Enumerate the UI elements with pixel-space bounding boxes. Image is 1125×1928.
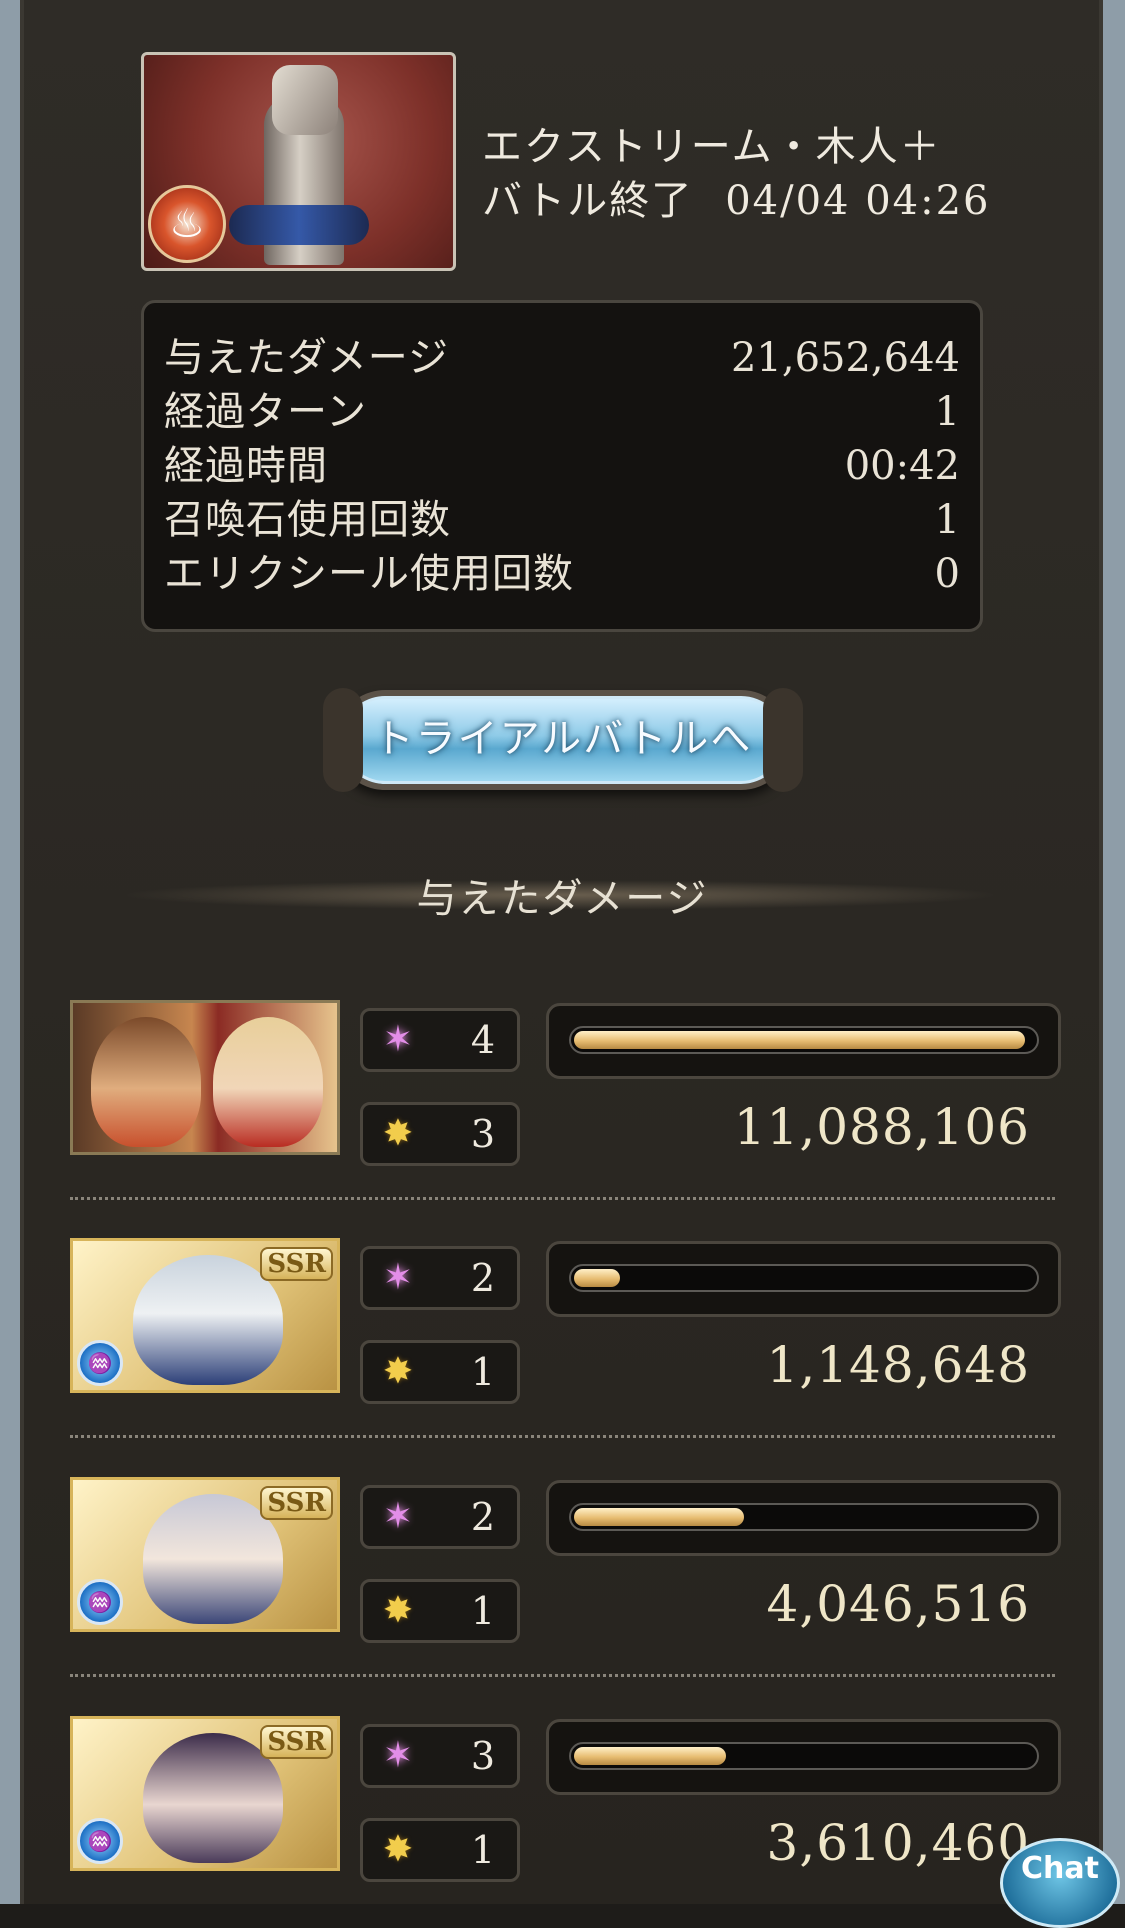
ability-count-pill: ✶ 3 [360,1724,520,1788]
stat-summon-uses: 召喚石使用回数 1 [164,493,960,547]
battle-status: バトル終了 [482,178,694,224]
stat-elixir-uses: エリクシール使用回数 0 [164,547,960,601]
battle-stats-box: 与えたダメージ 21,652,644 経過ターン 1 経過時間 00:42 召喚… [141,300,983,632]
ability-count-pill: ✶ 2 [360,1485,520,1549]
character-portrait[interactable] [70,1000,340,1155]
character-damage: 4,046,516 [766,1575,1030,1633]
ougi-count-pill: ✸ 1 [360,1340,520,1404]
damage-section-title: 与えたダメージ [416,876,709,922]
quest-thumbnail: ♨ [141,52,456,271]
character-portrait[interactable]: SSR ♒ [70,1477,340,1632]
ougi-count: 3 [470,1112,495,1156]
character-damage: 1,148,648 [766,1336,1030,1394]
stat-elapsed-time: 経過時間 00:42 [164,439,960,493]
stat-value: 1 [934,389,960,435]
battle-end-line: バトル終了 04/04 04:26 [482,168,990,226]
character-damage: 11,088,106 [733,1098,1030,1156]
character-portrait[interactable]: SSR ♒ [70,1716,340,1871]
button-cap-left [323,688,363,792]
character-row: SSR ♒ ✶ 3 ✸ 1 3,610,460 [70,1716,1061,1882]
stat-label: エリクシール使用回数 [164,551,574,597]
ability-sparkle-icon: ✶ [382,1257,414,1298]
battle-datetime: 04/04 04:26 [725,178,991,224]
stat-label: 経過ターン [164,389,367,435]
damage-bar-fill [574,1031,1025,1049]
ougi-count-pill: ✸ 1 [360,1818,520,1882]
water-element-icon: ♒ [77,1579,123,1625]
stat-label: 与えたダメージ [164,335,449,381]
water-element-icon: ♒ [77,1340,123,1386]
chat-label: Chat [1021,1851,1099,1886]
damage-bar-fill [574,1269,620,1287]
ougi-count: 1 [470,1350,495,1394]
damage-bar [546,1241,1061,1317]
ssr-badge: SSR [260,1247,333,1281]
damage-bar-track [569,1026,1039,1054]
ability-count: 4 [470,1018,495,1062]
row-divider [70,1197,1055,1200]
stat-value: 00:42 [844,443,960,489]
left-edge [0,0,20,1904]
ability-count: 2 [470,1495,495,1539]
chat-button[interactable]: Chat [1000,1838,1120,1928]
damage-bar-fill [574,1747,726,1765]
ability-sparkle-icon: ✶ [382,1496,414,1537]
character-portrait[interactable]: SSR ♒ [70,1238,340,1393]
stat-label: 召喚石使用回数 [164,497,451,543]
stat-value: 0 [934,551,960,597]
row-divider [70,1674,1055,1677]
training-dummy-band [229,205,369,245]
ability-count: 3 [470,1734,495,1778]
damage-bar-track [569,1264,1039,1292]
character-damage: 3,610,460 [766,1814,1030,1872]
stat-value: 1 [934,497,960,543]
ougi-count: 1 [470,1828,495,1872]
damage-bar-track [569,1503,1039,1531]
button-cap-right [763,688,803,792]
row-divider [70,1435,1055,1438]
ability-count-pill: ✶ 4 [360,1008,520,1072]
ougi-burst-icon: ✸ [382,1829,414,1870]
trial-battle-label: トライアルバトルへ [373,716,753,762]
ougi-burst-icon: ✸ [382,1351,414,1392]
ability-count-pill: ✶ 2 [360,1246,520,1310]
ougi-count-pill: ✸ 1 [360,1579,520,1643]
stat-total-damage: 与えたダメージ 21,652,644 [164,331,960,385]
damage-bar [546,1719,1061,1795]
portrait-figure [213,1017,323,1147]
stat-label: 経過時間 [164,443,328,489]
fire-element-icon: ♨ [148,185,226,263]
training-dummy-head [272,65,338,135]
ability-count: 2 [470,1256,495,1300]
character-row: SSR ♒ ✶ 2 ✸ 1 4,046,516 [70,1477,1061,1643]
ougi-burst-icon: ✸ [382,1590,414,1631]
ability-sparkle-icon: ✶ [382,1735,414,1776]
ougi-burst-icon: ✸ [382,1113,414,1154]
right-edge [1103,0,1125,1904]
water-element-icon: ♒ [77,1818,123,1864]
stat-value: 21,652,644 [730,335,960,381]
portrait-figure [91,1017,201,1147]
ougi-count: 1 [470,1589,495,1633]
damage-bar-track [569,1742,1039,1770]
character-row: SSR ♒ ✶ 2 ✸ 1 1,148,648 [70,1238,1061,1404]
character-row: ✶ 4 ✸ 3 11,088,106 [70,1000,1061,1166]
ougi-count-pill: ✸ 3 [360,1102,520,1166]
ssr-badge: SSR [260,1486,333,1520]
trial-battle-button[interactable]: トライアルバトルへ [323,688,803,792]
damage-bar [546,1003,1061,1079]
damage-bar [546,1480,1061,1556]
damage-bar-fill [574,1508,744,1526]
ssr-badge: SSR [260,1725,333,1759]
quest-title: エクストリーム・木人＋ [482,124,942,170]
stat-turns: 経過ターン 1 [164,385,960,439]
ability-sparkle-icon: ✶ [382,1019,414,1060]
